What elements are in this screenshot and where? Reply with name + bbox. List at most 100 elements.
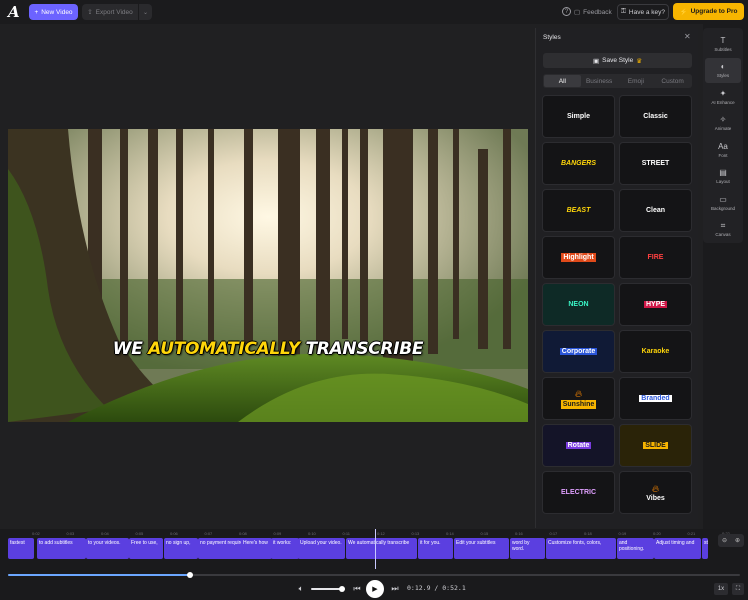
style-card-highlight[interactable]: Highlight [542, 236, 615, 279]
style-card-branded[interactable]: Branded [619, 377, 692, 420]
scrub-bar[interactable] [8, 572, 740, 578]
zoom-control[interactable]: ⊖ ⊕ [718, 534, 744, 547]
play-icon: ▶ [372, 586, 378, 593]
zoom-in-icon[interactable]: ⊕ [735, 537, 740, 544]
rail-item-label: Styles [716, 73, 730, 78]
subtitle-clip[interactable]: style [702, 538, 708, 559]
style-card-hype[interactable]: HYPE [619, 283, 692, 326]
subtitle-clip[interactable]: We automatically transcribe [346, 538, 417, 559]
save-style-button[interactable]: ▣ Save Style ♛ [543, 53, 692, 68]
style-card-electric[interactable]: ELECTRIC [542, 471, 615, 514]
subtitle-clip[interactable]: it for you. [418, 538, 453, 559]
volume-slider[interactable] [311, 588, 341, 590]
style-card-street[interactable]: STREET [619, 142, 692, 185]
style-card-corporate[interactable]: Corporate [542, 330, 615, 373]
style-card-classic[interactable]: Classic [619, 95, 692, 138]
panel-title: Styles [543, 34, 561, 41]
font-icon: Aa [718, 141, 728, 151]
subtitle-clip[interactable]: to your videos. [86, 538, 129, 559]
new-video-button[interactable]: + New Video [29, 4, 78, 20]
tool-rail: T Subtitles ◐ Styles ✦ AI Enhance ✧ Animate Aa Fo… [703, 28, 743, 243]
ruler-tick: 0:06 [170, 531, 178, 536]
style-card-label: Classic [643, 113, 668, 120]
subtitle-clip[interactable]: Free to use, [129, 538, 163, 559]
help-icon[interactable]: ? [562, 7, 571, 16]
time-separator: / [434, 584, 439, 592]
subtitle-caption[interactable]: WE AUTOMATICALLY TRANSCRIBE [8, 339, 528, 359]
style-card-fire[interactable]: FIRE [619, 236, 692, 279]
ruler-tick: 0:19 [618, 531, 627, 536]
style-card-neon[interactable]: NEON [542, 283, 615, 326]
volume-icon[interactable]: 🔈︎ [295, 580, 307, 598]
subtitle-clip[interactable]: fastest [8, 538, 34, 559]
animate-icon: ✧ [719, 115, 727, 124]
have-key-button[interactable]: ⚿ Have a key? [617, 4, 669, 20]
app-logo-icon[interactable]: A [8, 4, 24, 20]
rail-item-ai-enhance[interactable]: ✦ AI Enhance [705, 84, 741, 109]
layout-icon: ▤ [719, 168, 727, 177]
tab-custom[interactable]: Custom [654, 75, 691, 87]
zoom-out-icon[interactable]: ⊖ [722, 537, 727, 544]
style-card-label: Highlight [561, 253, 596, 262]
scrub-handle[interactable] [186, 572, 193, 578]
tab-all[interactable]: All [544, 75, 581, 87]
fullscreen-icon[interactable]: ⛶ [732, 583, 744, 595]
style-card-beast[interactable]: BEAST [542, 189, 615, 232]
rail-item-font[interactable]: Aa Font [705, 137, 741, 162]
style-card-simple[interactable]: Simple [542, 95, 615, 138]
subtitle-clip[interactable]: Adjust timing and [654, 538, 701, 559]
volume-handle[interactable] [339, 586, 345, 592]
subtitle-clip[interactable]: Upload your video. [298, 538, 345, 559]
tab-emoji[interactable]: Emoji [618, 75, 655, 87]
subtitle-clip[interactable]: to add subtitles [37, 538, 86, 559]
subtitle-clip[interactable]: no sign up, [164, 538, 198, 559]
video-preview[interactable]: WE AUTOMATICALLY TRANSCRIBE [8, 129, 528, 422]
upgrade-pro-button[interactable]: ⚡ Upgrade to Pro [673, 3, 744, 20]
subtitle-clip[interactable]: Edit your subtitles [454, 538, 509, 559]
export-icon: ⇪ [87, 9, 93, 16]
crown-icon: ♛ [636, 57, 643, 65]
style-card-label: HYPE [643, 301, 668, 308]
close-icon[interactable]: ✕ [684, 32, 691, 41]
subtitle-clip[interactable]: it works: [271, 538, 299, 559]
playback-controls: 🔈︎ ⏮︎ ▶ ⏭︎ 0:12.9 / 0:52.1 1x ⛶ [0, 580, 748, 598]
rail-item-layout[interactable]: ▤ Layout [705, 164, 741, 189]
speed-button[interactable]: 1x [714, 583, 728, 595]
background-icon: ▭ [719, 194, 727, 204]
subtitle-clip[interactable]: Customize fonts, colors, [546, 538, 616, 559]
ruler-tick: 0:10 [308, 531, 316, 536]
style-card-sunshine[interactable]: 🔥︎ Sunshine [542, 377, 615, 420]
play-button[interactable]: ▶ [366, 580, 384, 598]
subtitle-clip[interactable]: Here's how [241, 538, 272, 559]
export-dropdown-button[interactable]: ⌄ [138, 4, 152, 20]
subtitle-clip[interactable]: word by word. [510, 538, 545, 559]
rail-item-subtitles[interactable]: T Subtitles [705, 31, 741, 56]
rail-item-label: Animate [714, 126, 732, 131]
rail-item-background[interactable]: ▭ Background [705, 190, 741, 215]
skip-back-icon[interactable]: ⏮︎ [351, 580, 363, 598]
time-ruler: 0:02 0:03 0:04 0:05 0:06 0:07 0:08 0:09 0:10 0:11… [8, 531, 730, 538]
playhead[interactable] [375, 529, 376, 569]
style-card-bangers[interactable]: BANGERS [542, 142, 615, 185]
chevron-down-icon: ⌄ [142, 9, 149, 16]
style-card-rotate[interactable]: Rotate [542, 424, 615, 467]
feedback-button[interactable]: ▢ Feedback [574, 5, 612, 19]
rail-item-styles[interactable]: ◐ Styles [705, 57, 741, 83]
style-card-label: Clean [645, 207, 666, 214]
subtitle-clip[interactable]: and positioning. [617, 538, 654, 559]
style-card-karaoke[interactable]: Karaoke [619, 330, 692, 373]
ruler-tick: 0:18 [584, 531, 592, 536]
rail-item-canvas[interactable]: ⌗ Canvas [705, 217, 741, 242]
style-card-vibes[interactable]: 🔥︎ Vibes [619, 471, 692, 514]
scrub-progress [8, 574, 190, 576]
plus-icon: + [34, 8, 39, 16]
skip-forward-icon[interactable]: ⏭︎ [389, 580, 401, 598]
export-video-button[interactable]: ⇪ Export Video [82, 4, 138, 20]
style-card-label: Simple [567, 113, 590, 120]
style-card-clean[interactable]: Clean [619, 189, 692, 232]
ruler-tick: 0:09 [273, 531, 282, 536]
ruler-tick: 0:20 [653, 531, 661, 536]
rail-item-animate[interactable]: ✧ Animate [705, 111, 741, 136]
tab-business[interactable]: Business [581, 75, 618, 87]
style-card-slide[interactable]: SLIDE [619, 424, 692, 467]
